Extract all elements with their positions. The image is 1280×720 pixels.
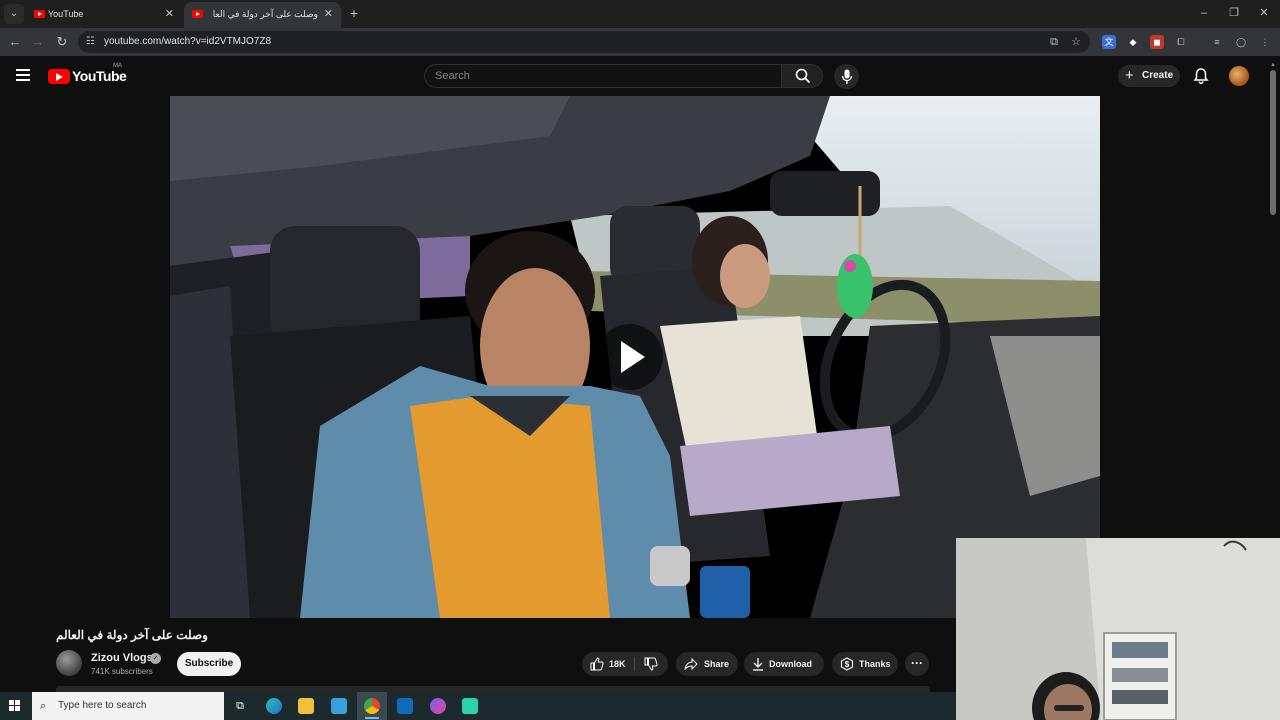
windows-taskbar: ⌕ Type here to search ⧉ <box>0 692 956 720</box>
youtube-play-logo-icon <box>48 69 70 84</box>
search-button[interactable] <box>781 64 823 88</box>
thanks-label: Thanks <box>859 659 891 669</box>
app-icon[interactable] <box>462 698 478 714</box>
bookmark-star-icon[interactable]: ☆ <box>1070 36 1082 48</box>
tab-title: وصلت على آخر دولة في العا <box>212 9 318 19</box>
address-bar[interactable]: ☷ youtube.com/watch?v=id2VTMJO7Z8 ⧉ ☆ <box>78 31 1090 53</box>
region-code: MA <box>113 63 122 69</box>
messenger-icon[interactable] <box>430 698 446 714</box>
windows-start-icon[interactable] <box>9 700 21 712</box>
youtube-favicon-icon <box>34 10 45 18</box>
guide-menu-icon[interactable] <box>16 69 30 81</box>
chrome-menu-icon[interactable]: ⋮ <box>1258 35 1272 49</box>
subscribe-button[interactable]: Subscribe <box>177 652 241 676</box>
install-app-icon[interactable]: ⧉ <box>1048 36 1060 48</box>
youtube-favicon-icon <box>192 10 203 18</box>
download-label: Download <box>769 659 812 669</box>
more-actions-icon[interactable]: ··· <box>905 652 929 676</box>
share-label: Share <box>704 659 730 669</box>
microphone-icon <box>841 69 853 84</box>
edge-browser-icon[interactable] <box>266 698 282 714</box>
tab-search-icon[interactable]: ⌄ <box>4 4 24 24</box>
verified-badge-icon: ✓ <box>150 653 161 664</box>
youtube-wordmark: YouTube <box>72 68 127 84</box>
dislike-button[interactable] <box>636 652 668 676</box>
download-button[interactable]: Download <box>744 652 824 676</box>
share-button[interactable]: Share <box>676 652 738 676</box>
microsoft-store-icon[interactable] <box>331 698 347 714</box>
scroll-up-arrow-icon[interactable]: ▲ <box>1270 62 1278 68</box>
tab-video-active[interactable]: وصلت على آخر دولة في العا ✕ <box>184 2 341 28</box>
outlook-icon[interactable] <box>397 698 413 714</box>
url-text[interactable]: youtube.com/watch?v=id2VTMJO7Z8 <box>104 31 271 53</box>
webcam-feed-image <box>956 538 1280 720</box>
download-icon <box>753 658 763 671</box>
share-arrow-icon <box>684 657 698 671</box>
restore-button[interactable]: ❐ <box>1220 4 1248 22</box>
search-container <box>424 64 782 88</box>
thumbs-up-icon <box>590 657 604 671</box>
new-tab-button[interactable]: + <box>345 4 363 22</box>
taskbar-search-box[interactable]: ⌕ Type here to search <box>32 692 224 720</box>
tab-youtube[interactable]: YouTube ✕ <box>26 2 182 28</box>
task-view-icon[interactable]: ⧉ <box>232 698 248 714</box>
voice-search-button[interactable] <box>834 64 859 89</box>
channel-name[interactable]: Zizou Vlogs <box>91 652 153 664</box>
red-extension-icon[interactable]: ◼ <box>1150 35 1164 49</box>
taskbar-search-placeholder: Type here to search <box>58 700 147 711</box>
svg-text:$: $ <box>845 660 850 669</box>
thumbs-down-icon <box>644 657 658 671</box>
back-icon[interactable]: ← <box>5 32 25 52</box>
tab-close-icon[interactable]: ✕ <box>165 2 174 26</box>
thanks-dollar-icon: $ <box>840 657 854 671</box>
create-button[interactable]: + Create <box>1118 65 1180 87</box>
webcam-overlay <box>956 538 1280 720</box>
chrome-icon[interactable] <box>364 698 380 714</box>
minimize-button[interactable]: – <box>1190 4 1218 22</box>
like-dislike-group: 18K <box>582 652 668 676</box>
channel-avatar[interactable] <box>56 650 82 676</box>
notifications-bell-icon[interactable] <box>1192 67 1210 85</box>
account-avatar[interactable] <box>1229 66 1249 86</box>
youtube-header: YouTube MA + Create <box>0 56 1280 96</box>
translate-extension-icon[interactable]: 文 <box>1102 35 1116 49</box>
taskbar-search-icon: ⌕ <box>40 700 47 712</box>
video-title: وصلت على آخر دولة في العالم <box>56 628 208 642</box>
forward-icon[interactable]: → <box>28 32 48 52</box>
like-button[interactable]: 18K <box>582 652 634 676</box>
plus-icon: + <box>1125 67 1134 84</box>
browser-toolbar: ← → ↻ ☷ youtube.com/watch?v=id2VTMJO7Z8 … <box>0 28 1280 56</box>
close-window-button[interactable]: ✕ <box>1250 4 1278 22</box>
page-scrollbar-thumb[interactable] <box>1270 70 1276 215</box>
search-input[interactable] <box>435 65 765 87</box>
subscriber-count: 741K subscribers <box>91 667 153 676</box>
like-count: 18K <box>609 659 626 669</box>
profile-icon[interactable]: ◯ <box>1234 35 1248 49</box>
site-info-icon[interactable]: ☷ <box>86 36 98 48</box>
browser-tabbar: ⌄ YouTube ✕ وصلت على آخر دولة في العا ✕ … <box>0 0 1280 28</box>
create-label: Create <box>1142 70 1174 81</box>
thanks-button[interactable]: $ Thanks <box>832 652 898 676</box>
tab-title: YouTube <box>48 9 84 19</box>
diamond-extension-icon[interactable]: ◆ <box>1126 35 1140 49</box>
play-button-icon[interactable] <box>597 324 663 390</box>
file-explorer-icon[interactable] <box>298 698 314 714</box>
extensions-puzzle-icon[interactable]: ⧠ <box>1174 35 1188 49</box>
tab-close-icon[interactable]: ✕ <box>324 2 333 26</box>
reload-icon[interactable]: ↻ <box>52 32 72 52</box>
media-controls-icon[interactable]: ≡ <box>1210 35 1224 49</box>
like-divider <box>634 657 635 671</box>
search-icon <box>795 68 811 84</box>
